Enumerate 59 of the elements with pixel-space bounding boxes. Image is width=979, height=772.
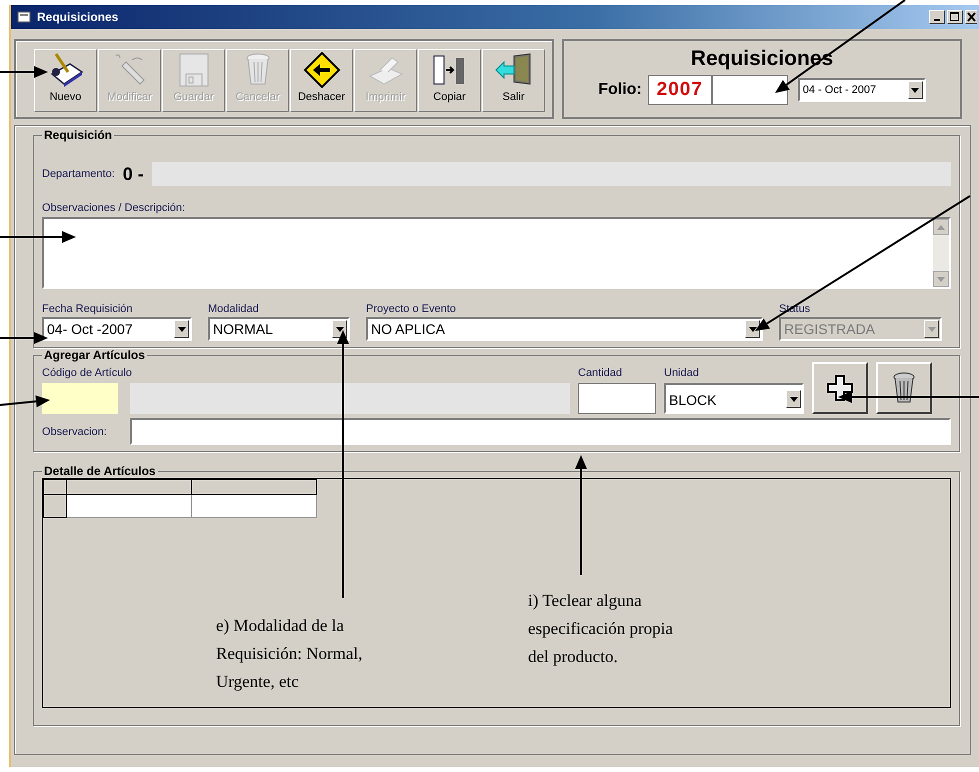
toolbar-button[interactable]: Copiar	[418, 49, 481, 112]
caret-down-icon	[937, 276, 945, 282]
annotation-arrow	[0, 66, 48, 78]
observation-label: Observacion:	[42, 426, 108, 438]
caret-down-icon	[748, 326, 756, 332]
dropdown-field[interactable]: NORMAL	[208, 317, 350, 341]
quantity-field[interactable]	[578, 383, 656, 414]
left-arrow-sign-icon	[302, 52, 342, 88]
department-label: Departamento:	[42, 168, 115, 180]
annotation-note: i) Teclear alguna especificación propia del producto.	[528, 590, 674, 668]
minimize-icon	[934, 19, 940, 21]
dropdown-field[interactable]: NO APLICA	[366, 317, 763, 341]
group-title: Requisición	[43, 128, 114, 142]
dropdown-button[interactable]	[745, 320, 760, 338]
department-value: 0 -	[122, 164, 144, 184]
maximize-button[interactable]	[947, 10, 963, 24]
dropdown-button[interactable]	[174, 320, 189, 338]
close-button[interactable]	[965, 10, 977, 24]
window-title: Requisiciones	[37, 10, 118, 24]
annotation-arrow	[0, 395, 50, 408]
folio-label: Folio:	[598, 81, 642, 99]
unit-dropdown[interactable]: BLOCK	[664, 383, 804, 414]
caret-up-icon	[937, 224, 945, 230]
window-icon	[17, 10, 33, 24]
field-label: Fecha Requisición	[42, 303, 134, 315]
toolbar-button[interactable]: Salir	[482, 49, 545, 112]
group-title: Agregar Artículos	[43, 348, 146, 362]
toolbar-button[interactable]: Deshacer	[290, 49, 353, 112]
maximize-icon	[949, 11, 961, 23]
close-icon	[966, 11, 976, 23]
dropdown-button[interactable]	[908, 81, 923, 99]
add-item-button[interactable]	[812, 362, 868, 414]
dropdown-button[interactable]	[786, 390, 801, 408]
dropdown-field[interactable]: 04- Oct -2007	[42, 317, 192, 341]
group-title: Detalle de Artículos	[43, 464, 157, 478]
caret-down-icon	[928, 326, 936, 332]
quantity-label: Cantidad	[578, 367, 624, 379]
date-dropdown[interactable]: 04 - Oct - 2007	[798, 78, 926, 102]
minimize-button[interactable]	[929, 10, 945, 24]
field-label: Proyecto o Evento	[366, 303, 457, 315]
observations-field[interactable]	[42, 217, 951, 289]
toolbar-button[interactable]: Nuevo	[34, 49, 97, 112]
plus-icon	[825, 373, 855, 403]
unit-label: Unidad	[664, 367, 700, 379]
item-code-field[interactable]	[42, 383, 118, 414]
folio-number-field[interactable]	[712, 75, 788, 105]
annotation-arrow	[0, 332, 48, 344]
caret-down-icon	[178, 326, 186, 332]
observation-field[interactable]	[130, 418, 951, 445]
caret-down-icon	[911, 88, 920, 92]
field-label: Modalidad	[208, 303, 260, 315]
annotation-note: e) Modalidad de la Requisición: Normal, Urgente, etc	[216, 615, 364, 693]
scrollbar[interactable]	[933, 219, 949, 287]
observations-label: Observaciones / Descripción:	[42, 202, 186, 214]
delete-item-button[interactable]	[876, 362, 932, 414]
folio-year-field[interactable]: 2007	[648, 75, 712, 105]
dropdown-button[interactable]	[332, 320, 347, 338]
caret-down-icon	[790, 396, 798, 402]
item-code-label: Código de Artículo	[42, 367, 133, 379]
